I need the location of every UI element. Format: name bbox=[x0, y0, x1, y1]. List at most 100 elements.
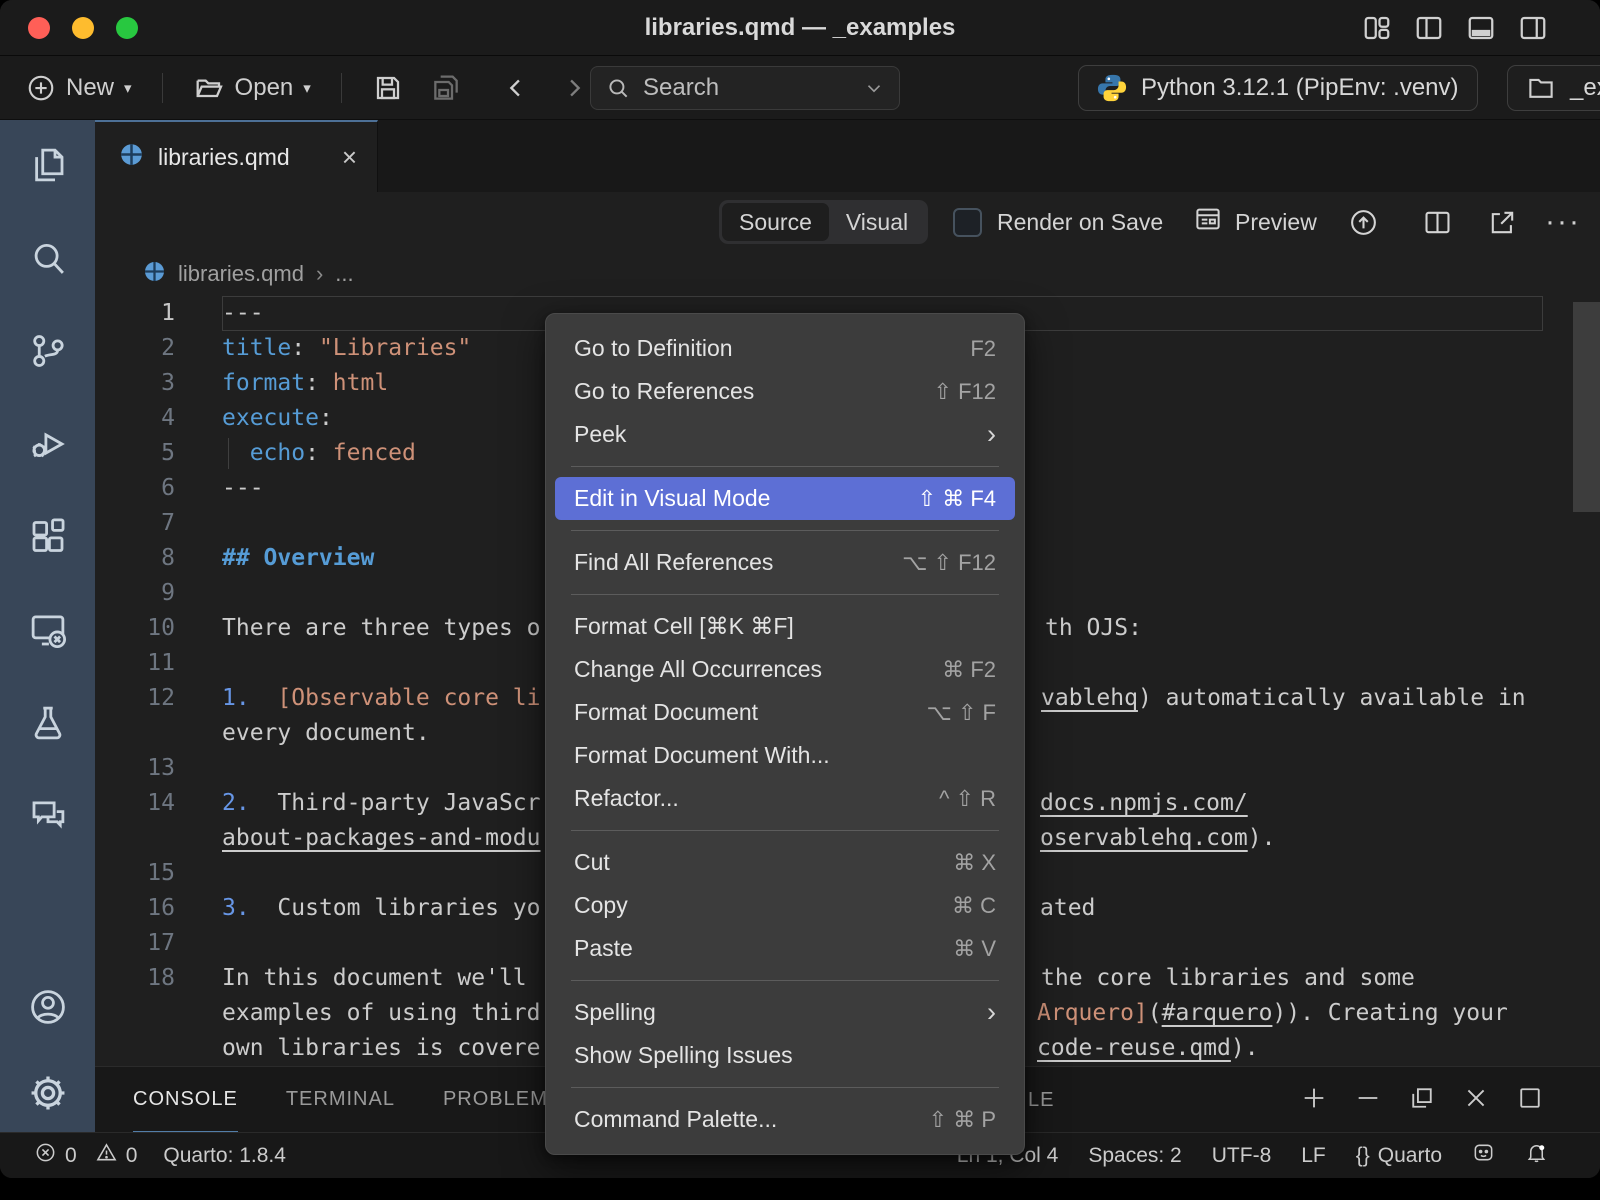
panel-tab-fragment[interactable]: LE bbox=[1028, 1067, 1054, 1133]
explorer-icon[interactable] bbox=[27, 144, 69, 186]
line-number: 8 bbox=[95, 541, 175, 576]
close-panel-icon[interactable] bbox=[1462, 1084, 1490, 1117]
open-button[interactable]: Open ▾ bbox=[193, 72, 311, 104]
source-mode-button[interactable]: Source bbox=[722, 203, 829, 241]
toggle-secondary-sidebar-icon[interactable] bbox=[1518, 13, 1548, 48]
window-title: libraries.qmd — _examples bbox=[0, 0, 1600, 56]
python-logo-icon bbox=[1097, 73, 1127, 103]
chevron-down-icon[interactable] bbox=[863, 77, 885, 99]
preview-label: Preview bbox=[1235, 209, 1317, 236]
encoding-status[interactable]: UTF-8 bbox=[1212, 1144, 1272, 1168]
menu-item[interactable]: Copy⌘ C bbox=[555, 884, 1015, 927]
new-console-plus-icon[interactable] bbox=[1300, 1084, 1328, 1117]
eol-status[interactable]: LF bbox=[1301, 1144, 1326, 1168]
menu-item[interactable]: Command Palette...⇧ ⌘ P bbox=[555, 1098, 1015, 1141]
titlebar: libraries.qmd — _examples bbox=[0, 0, 1600, 56]
line-number: 12 bbox=[95, 681, 175, 716]
panel-tab[interactable]: CONSOLE bbox=[133, 1067, 238, 1133]
error-count: 0 bbox=[65, 1144, 77, 1168]
navigate-back-button[interactable] bbox=[502, 74, 530, 102]
editor-tab[interactable]: libraries.qmd × bbox=[95, 120, 378, 192]
menu-separator bbox=[571, 830, 999, 831]
save-all-button[interactable] bbox=[430, 72, 462, 104]
toolbar-divider bbox=[341, 73, 342, 103]
open-in-new-window-button[interactable] bbox=[1487, 192, 1518, 252]
split-editor-button[interactable] bbox=[1422, 192, 1453, 252]
toggle-panel-icon[interactable] bbox=[1466, 13, 1496, 48]
line-number: 15 bbox=[95, 856, 175, 891]
menu-item[interactable]: Change All Occurrences⌘ F2 bbox=[555, 648, 1015, 691]
search-placeholder: Search bbox=[643, 74, 851, 102]
testing-beaker-icon[interactable] bbox=[27, 702, 69, 744]
remote-explorer-icon[interactable] bbox=[27, 609, 69, 651]
notifications-bell-icon[interactable] bbox=[1525, 1141, 1548, 1170]
breadcrumb[interactable]: libraries.qmd › ... bbox=[95, 252, 1600, 296]
menu-item[interactable]: Format Document With... bbox=[555, 734, 1015, 777]
menu-item[interactable]: Cut⌘ X bbox=[555, 841, 1015, 884]
chevron-down-icon: ▾ bbox=[124, 79, 132, 97]
interpreter-label: Python 3.12.1 (PipEnv: .venv) bbox=[1141, 74, 1459, 102]
panel-tabs: CONSOLETERMINALPROBLEMS bbox=[133, 1067, 562, 1133]
run-debug-icon[interactable] bbox=[27, 423, 69, 465]
breadcrumb-file[interactable]: libraries.qmd bbox=[178, 261, 304, 287]
workspace-selector[interactable]: _ex bbox=[1507, 65, 1600, 111]
interpreter-selector[interactable]: Python 3.12.1 (PipEnv: .venv) bbox=[1078, 65, 1478, 111]
line-number: 9 bbox=[95, 576, 175, 611]
new-button[interactable]: New ▾ bbox=[26, 73, 132, 103]
line-number: 14 bbox=[95, 786, 175, 821]
panel-tab[interactable]: TERMINAL bbox=[286, 1067, 395, 1133]
breadcrumb-separator-icon: › bbox=[316, 261, 323, 287]
source-control-icon[interactable] bbox=[27, 330, 69, 372]
preview-button[interactable]: Preview bbox=[1193, 192, 1317, 252]
menu-item[interactable]: Format Cell [⌘K ⌘F] bbox=[555, 605, 1015, 648]
menu-item[interactable]: Refactor...^ ⇧ R bbox=[555, 777, 1015, 820]
customize-layout-icon[interactable] bbox=[1362, 13, 1392, 48]
feedback-icon[interactable] bbox=[1472, 1141, 1495, 1170]
braces-icon: {} bbox=[1356, 1144, 1370, 1168]
indentation-status[interactable]: Spaces: 2 bbox=[1088, 1144, 1181, 1168]
settings-gear-icon[interactable] bbox=[27, 1072, 69, 1114]
scrollbar-thumb[interactable] bbox=[1573, 302, 1600, 512]
menu-item[interactable]: Find All References⌥ ⇧ F12 bbox=[555, 541, 1015, 584]
extensions-icon[interactable] bbox=[27, 516, 69, 558]
warning-icon bbox=[95, 1141, 118, 1170]
search-icon[interactable] bbox=[27, 237, 69, 279]
menu-item[interactable]: Spelling› bbox=[555, 991, 1015, 1034]
tab-label: libraries.qmd bbox=[158, 144, 290, 171]
context-menu: Go to DefinitionF2Go to References⇧ F12P… bbox=[545, 313, 1025, 1155]
line-number: 2 bbox=[95, 331, 175, 366]
language-mode-status[interactable]: {} Quarto bbox=[1356, 1144, 1442, 1168]
restore-panel-icon[interactable] bbox=[1408, 1084, 1436, 1117]
menu-item[interactable]: Peek› bbox=[555, 413, 1015, 456]
folder-icon bbox=[1526, 73, 1556, 103]
chevron-left-icon bbox=[502, 74, 530, 102]
publish-button[interactable] bbox=[1348, 192, 1379, 252]
problems-status[interactable]: 0 0 bbox=[34, 1141, 137, 1170]
close-tab-icon[interactable]: × bbox=[342, 142, 357, 173]
quarto-version-status[interactable]: Quarto: 1.8.4 bbox=[163, 1144, 286, 1168]
visual-mode-button[interactable]: Visual bbox=[829, 203, 925, 241]
menu-item[interactable]: Paste⌘ V bbox=[555, 927, 1015, 970]
menu-item[interactable]: Format Document⌥ ⇧ F bbox=[555, 691, 1015, 734]
breadcrumb-more[interactable]: ... bbox=[335, 261, 353, 287]
global-search-input[interactable]: Search bbox=[590, 66, 900, 110]
render-on-save-checkbox[interactable] bbox=[953, 208, 982, 237]
comments-icon[interactable] bbox=[27, 795, 69, 837]
chevron-down-icon: ▾ bbox=[303, 79, 311, 97]
app-window: libraries.qmd — _examples New bbox=[0, 0, 1600, 1178]
account-icon[interactable] bbox=[27, 986, 69, 1028]
menu-item[interactable]: Go to References⇧ F12 bbox=[555, 370, 1015, 413]
save-button[interactable] bbox=[372, 72, 404, 104]
minimize-panel-icon[interactable] bbox=[1354, 1084, 1382, 1117]
toggle-sidebar-icon[interactable] bbox=[1414, 13, 1444, 48]
workspace-label: _ex bbox=[1570, 74, 1600, 102]
line-number: 1 bbox=[95, 296, 175, 331]
line-number: 10 bbox=[95, 611, 175, 646]
menu-item[interactable]: Edit in Visual Mode⇧ ⌘ F4 bbox=[555, 477, 1015, 520]
more-actions-button[interactable]: ··· bbox=[1545, 192, 1581, 252]
navigate-forward-button[interactable] bbox=[560, 74, 588, 102]
panel-layout-icon[interactable] bbox=[1516, 1084, 1544, 1117]
line-number: 17 bbox=[95, 926, 175, 961]
menu-item[interactable]: Go to DefinitionF2 bbox=[555, 327, 1015, 370]
menu-item[interactable]: Show Spelling Issues bbox=[555, 1034, 1015, 1077]
